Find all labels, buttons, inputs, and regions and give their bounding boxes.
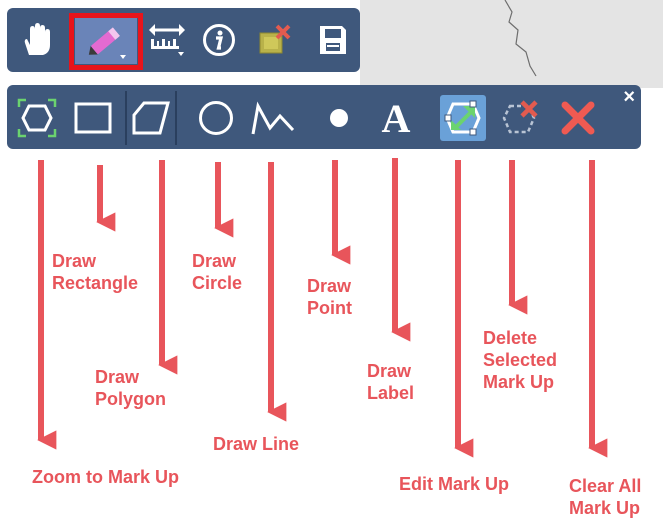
label-draw-label: Draw Label — [367, 361, 415, 403]
label-draw-rectangle: Draw Rectangle — [52, 251, 139, 293]
label-delete-selected: Delete Selected Mark Up — [483, 328, 558, 392]
label-draw-line: Draw Line — [213, 434, 300, 454]
label-draw-polygon: Draw Polygon — [95, 367, 166, 409]
label-clear-all: Clear All Mark Up — [569, 476, 642, 518]
label-edit-markup: Edit Mark Up — [399, 474, 510, 494]
label-zoom-to-markup: Zoom to Mark Up — [32, 467, 179, 487]
label-draw-circle: Draw Circle — [192, 251, 243, 293]
label-draw-point: Draw Point — [307, 276, 352, 318]
